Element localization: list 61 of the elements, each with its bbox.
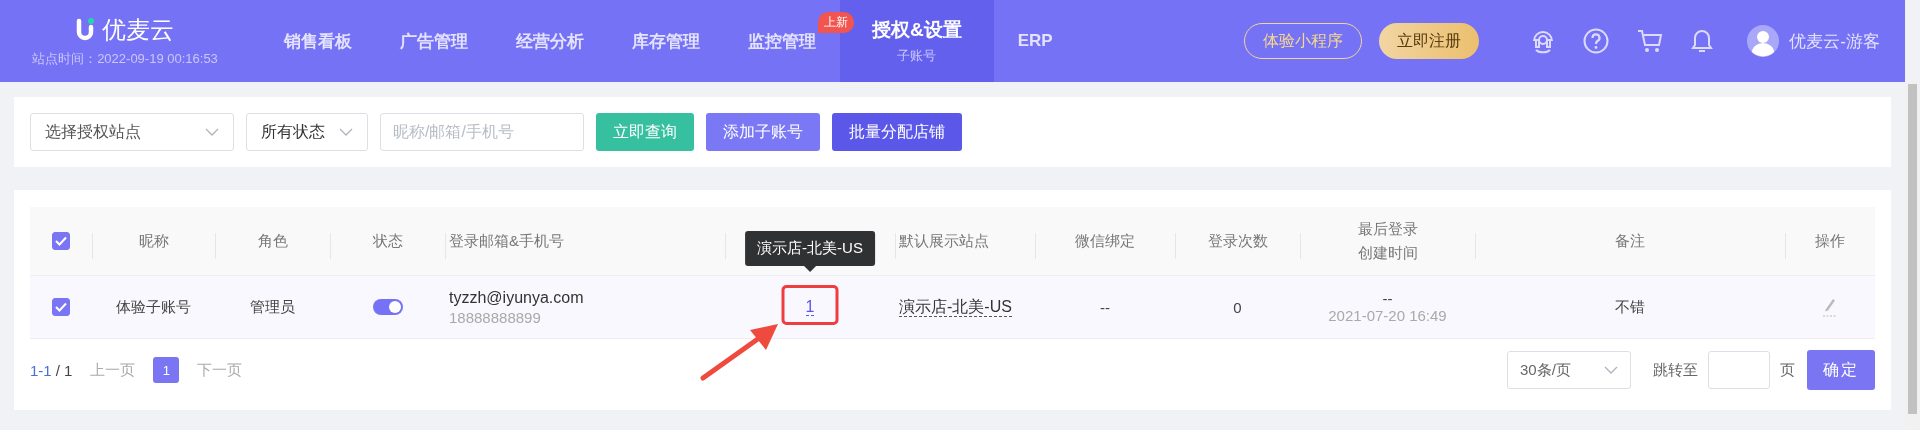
logo-text: 优麦云 bbox=[102, 15, 174, 45]
logo-icon bbox=[76, 17, 96, 43]
phone-text: 18888888899 bbox=[449, 308, 541, 326]
page-unit: 页 bbox=[1780, 360, 1795, 380]
nav-tab[interactable]: 销售看板 bbox=[260, 0, 376, 82]
remark-cell: 不错 bbox=[1615, 297, 1645, 317]
row-checkbox[interactable] bbox=[52, 298, 70, 316]
bell-icon[interactable] bbox=[1691, 28, 1714, 54]
chevron-down-icon bbox=[1604, 366, 1618, 374]
highlight-frame bbox=[781, 285, 839, 325]
nav-tab[interactable]: ERP bbox=[993, 0, 1077, 82]
nav-tab[interactable]: 经营分析 bbox=[492, 0, 608, 82]
wechat-cell: -- bbox=[1100, 298, 1110, 316]
page-size-select[interactable]: 30条/页 bbox=[1507, 351, 1631, 389]
column-header: 操作 bbox=[1815, 231, 1845, 251]
chevron-down-icon bbox=[205, 128, 219, 136]
nav-tab[interactable]: 库存管理 bbox=[608, 0, 724, 82]
last-login-text: -- bbox=[1382, 290, 1393, 307]
status-select[interactable]: 所有状态 bbox=[246, 113, 368, 151]
column-header: 登录次数 bbox=[1207, 231, 1268, 251]
user-name[interactable]: 优麦云-游客 bbox=[1789, 29, 1880, 53]
page-jump-field[interactable] bbox=[1708, 351, 1770, 389]
column-header: 登录邮箱&手机号 bbox=[449, 231, 564, 251]
avatar-icon[interactable] bbox=[1747, 25, 1780, 57]
column-header: 默认展示站点 bbox=[899, 231, 989, 251]
store-count-link[interactable]: 1 bbox=[805, 298, 815, 316]
edit-icon[interactable] bbox=[1822, 296, 1838, 318]
column-header: 昵称 bbox=[138, 231, 169, 251]
email-text: tyzzh@iyunya.com bbox=[449, 288, 584, 307]
chevron-down-icon bbox=[339, 128, 353, 136]
cart-icon[interactable] bbox=[1637, 28, 1664, 54]
site-time: 站点时间：2022-09-19 00:16:53 bbox=[32, 50, 218, 68]
action-button[interactable]: 立即查询 bbox=[596, 113, 694, 151]
status-toggle[interactable] bbox=[372, 299, 403, 315]
column-header: 微信绑定 bbox=[1075, 231, 1135, 251]
page-range: 1-1 bbox=[30, 361, 52, 379]
page-total: / 1 bbox=[55, 361, 73, 379]
nav-tab[interactable]: 广告管理 bbox=[376, 0, 492, 82]
created-time-text: 2021-07-20 16:49 bbox=[1328, 307, 1447, 324]
search-field[interactable]: 昵称/邮箱/手机号 bbox=[380, 113, 584, 151]
nickname-cell: 体验子账号 bbox=[116, 297, 191, 317]
column-header: 角色 bbox=[257, 231, 288, 251]
role-cell: 管理员 bbox=[250, 297, 295, 317]
confirm-button[interactable]: 确定 bbox=[1807, 350, 1875, 390]
scrollbar[interactable] bbox=[1905, 82, 1920, 430]
column-header: 状态 bbox=[372, 231, 403, 251]
site-select[interactable]: 选择授权站点 bbox=[30, 113, 234, 151]
help-icon[interactable] bbox=[1583, 28, 1610, 54]
column-header: 创建时间 bbox=[1357, 243, 1418, 263]
register-button[interactable]: 立即注册 bbox=[1379, 23, 1480, 59]
select-all-checkbox[interactable] bbox=[52, 232, 70, 250]
action-button[interactable]: 批量分配店铺 bbox=[832, 113, 962, 151]
new-badge: 上新 bbox=[818, 12, 854, 33]
action-button[interactable]: 添加子账号 bbox=[706, 113, 820, 151]
headset-icon[interactable] bbox=[1531, 28, 1556, 54]
tooltip: 演示店-北美-US bbox=[745, 231, 875, 272]
column-header: 备注 bbox=[1615, 231, 1645, 251]
default-site-text: 演示店-北美-US bbox=[899, 297, 1012, 317]
page-button[interactable]: 1 bbox=[153, 357, 180, 383]
jump-label: 跳转至 bbox=[1653, 360, 1698, 380]
login-count-cell: 0 bbox=[1233, 298, 1242, 316]
